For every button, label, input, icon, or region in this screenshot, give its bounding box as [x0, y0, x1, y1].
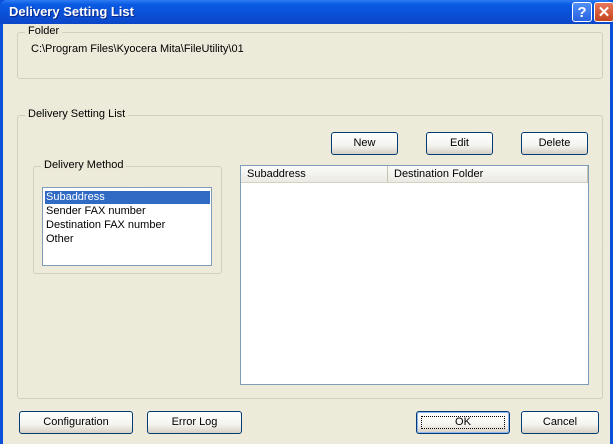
delivery-setting-list-label: Delivery Setting List [25, 108, 129, 120]
delivery-settings-table[interactable]: Subaddress Destination Folder [240, 165, 589, 385]
error-log-button[interactable]: Error Log [147, 411, 242, 434]
delete-button[interactable]: Delete [521, 132, 588, 155]
folder-path: C:\Program Files\Kyocera Mita\FileUtilit… [31, 43, 244, 55]
ok-focus-rect [421, 416, 505, 429]
method-option-subaddress[interactable]: Subaddress [45, 191, 210, 204]
delivery-method-group: Delivery Method Subaddress Sender FAX nu… [33, 159, 222, 274]
dialog-window: Delivery Setting List ? ✕ Folder C:\Prog… [0, 0, 613, 444]
method-option-sender-fax-number[interactable]: Sender FAX number [45, 205, 210, 218]
help-button[interactable]: ? [572, 2, 592, 22]
delivery-method-label: Delivery Method [41, 159, 127, 171]
close-button[interactable]: ✕ [594, 2, 613, 22]
folder-group: Folder C:\Program Files\Kyocera Mita\Fil… [17, 25, 603, 79]
ok-button[interactable]: OK [416, 411, 510, 434]
method-option-destination-fax-number[interactable]: Destination FAX number [45, 219, 210, 232]
column-header-destination-folder[interactable]: Destination Folder [388, 166, 588, 183]
new-button[interactable]: New [331, 132, 398, 155]
title-bar[interactable]: Delivery Setting List ? ✕ [0, 0, 613, 24]
cancel-button[interactable]: Cancel [521, 411, 599, 434]
window-title: Delivery Setting List [9, 4, 134, 19]
configuration-button[interactable]: Configuration [19, 411, 133, 434]
edit-button[interactable]: Edit [426, 132, 493, 155]
folder-group-label: Folder [25, 25, 63, 37]
delivery-method-listbox[interactable]: Subaddress Sender FAX number Destination… [42, 187, 212, 266]
dialog-client-area: Folder C:\Program Files\Kyocera Mita\Fil… [3, 24, 610, 444]
column-header-subaddress[interactable]: Subaddress [241, 166, 388, 183]
method-option-other[interactable]: Other [45, 233, 210, 246]
delivery-setting-list-group: Delivery Setting List New Edit Delete De… [17, 108, 603, 399]
